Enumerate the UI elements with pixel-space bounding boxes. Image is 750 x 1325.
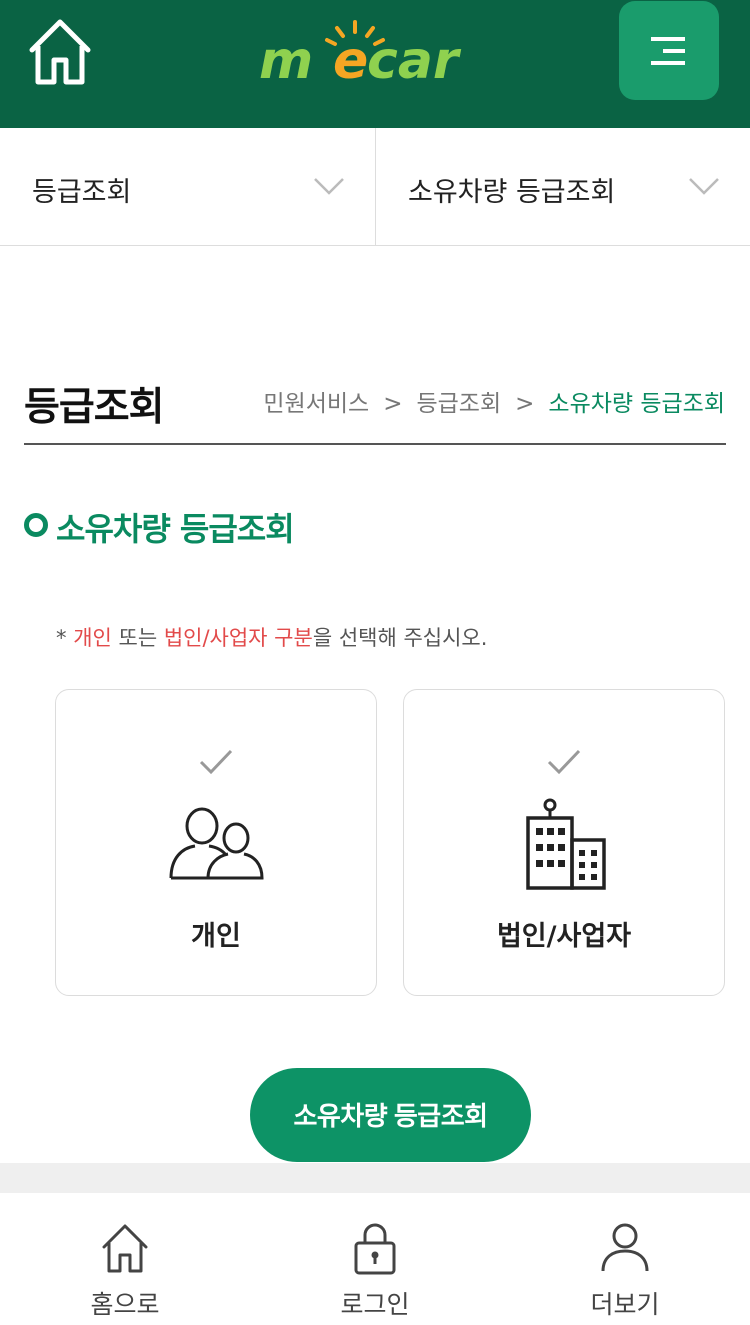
chevron-down-icon — [314, 178, 344, 195]
check-icon — [547, 749, 581, 775]
breadcrumb-item[interactable]: 민원서비스 — [263, 391, 369, 417]
home-button[interactable] — [24, 14, 96, 90]
svg-text:e: e — [333, 31, 368, 91]
lock-icon — [354, 1223, 396, 1275]
people-icon — [169, 807, 264, 880]
corporate-option-card[interactable]: 법인/사업자 — [403, 689, 725, 996]
bottom-navigation: 홈으로 로그인 더보기 — [0, 1193, 750, 1325]
svg-text:car: car — [367, 31, 462, 91]
nav-home[interactable]: 홈으로 — [0, 1193, 250, 1325]
individual-option-card[interactable]: 개인 — [55, 689, 377, 996]
notice-text: 을 선택해 주십시오. — [312, 626, 488, 650]
page-title: 등급조회 — [24, 385, 165, 430]
selection-notice: * 개인 또는 법인/사업자 구분을 선택해 주십시오. — [56, 622, 487, 652]
category-select[interactable]: 등급조회 — [0, 128, 376, 245]
lookup-submit-button[interactable]: 소유차량 등급조회 — [250, 1068, 531, 1162]
footer-divider-band — [0, 1163, 750, 1193]
subcategory-select[interactable]: 소유차량 등급조회 — [376, 128, 750, 245]
notice-text: 또는 — [111, 626, 164, 650]
nav-more[interactable]: 더보기 — [500, 1193, 750, 1325]
user-icon — [601, 1223, 649, 1272]
nav-home-label: 홈으로 — [90, 1290, 160, 1319]
mecar-logo[interactable]: m e car — [255, 12, 495, 92]
notice-prefix: * — [56, 626, 74, 650]
breadcrumb-item[interactable]: 등급조회 — [416, 391, 501, 417]
chevron-down-icon — [689, 178, 719, 195]
section-title: 소유차량 등급조회 — [56, 510, 295, 548]
category-selector-bar: 등급조회 소유차량 등급조회 — [0, 128, 750, 246]
corporate-option-label: 법인/사업자 — [496, 921, 632, 952]
nav-login-label: 로그인 — [340, 1290, 410, 1319]
home-icon — [29, 19, 91, 85]
nav-login[interactable]: 로그인 — [250, 1193, 500, 1325]
home-icon — [102, 1224, 148, 1273]
circle-bullet-icon — [24, 513, 48, 537]
subcategory-select-label: 소유차량 등급조회 — [408, 177, 616, 208]
hamburger-icon — [651, 37, 685, 65]
menu-button[interactable] — [619, 1, 719, 100]
individual-option-label: 개인 — [191, 921, 241, 952]
nav-more-label: 더보기 — [590, 1290, 660, 1319]
title-divider — [24, 443, 726, 445]
check-icon — [199, 749, 233, 775]
svg-text:m: m — [259, 31, 313, 91]
app-header: m e car — [0, 0, 750, 128]
category-select-label: 등급조회 — [32, 177, 132, 208]
breadcrumb-current: 소유차량 등급조회 — [548, 391, 725, 417]
breadcrumb: 민원서비스 > 등급조회 > 소유차량 등급조회 — [263, 384, 725, 418]
breadcrumb-separator: > — [383, 391, 403, 417]
notice-highlight-corporate: 법인/사업자 구분 — [163, 626, 313, 650]
breadcrumb-separator: > — [515, 391, 535, 417]
notice-highlight-individual: 개인 — [73, 626, 112, 650]
building-icon — [526, 798, 606, 890]
